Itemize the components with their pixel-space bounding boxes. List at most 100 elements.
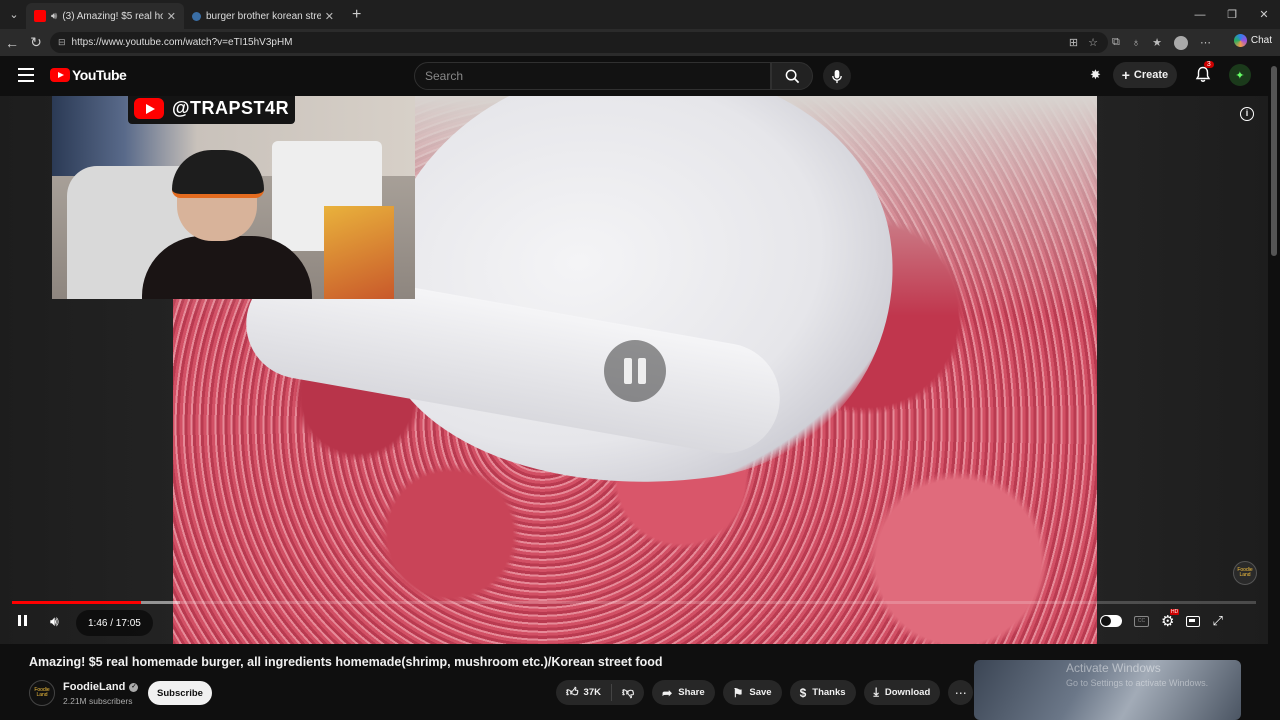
tab-search[interactable]: burger brother korean street food ✕ [184,3,342,29]
volume-icon[interactable]: 🔊︎ [50,613,59,630]
miniplayer-icon[interactable] [1186,615,1201,627]
header-right-actions: ✸ + Create 3 ✦ [1090,61,1251,88]
video-title: Amazing! $5 real homemade burger, all in… [29,655,663,669]
youtube-header: YouTube Search ✸ + Create 3 ✦ [0,56,1280,96]
bell-icon [1195,66,1211,82]
captions-icon[interactable]: CC [1134,615,1149,627]
thumbs-up-icon: 👍︎ [566,685,579,699]
search-icon [785,69,799,83]
upload-studio-icon[interactable]: ✸ [1090,67,1101,83]
minimize-icon[interactable]: — [1184,9,1216,21]
youtube-logo[interactable]: YouTube [50,67,127,83]
page-scrollbar[interactable] [1268,56,1280,720]
browser-extension-icons: ⧉ ♁ ★ ⋯ [1112,29,1211,56]
save-label: Save [749,687,772,698]
super-thanks-icon: $ [799,685,807,700]
favorite-star-icon[interactable]: ☆ [1088,36,1098,49]
like-button[interactable]: 👍︎ 37K [556,684,612,701]
subscriber-count: 2.21M subscribers [63,696,133,706]
close-tab-icon[interactable]: ✕ [167,10,176,23]
plus-icon: + [1121,67,1130,83]
like-count: 37K [583,687,601,698]
tab-title: (3) Amazing! $5 real homema [62,10,162,22]
progress-bar[interactable] [12,601,1256,604]
speaker-icon[interactable]: 🔊︎ [51,11,57,22]
address-bar[interactable]: ⊟ https://www.youtube.com/watch?v=eTI15h… [50,32,1108,53]
verified-icon: ✓ [129,682,139,692]
extensions-icon[interactable]: ⧉ [1112,36,1120,49]
profile-avatar-icon[interactable] [1173,35,1188,50]
create-label: Create [1133,69,1169,81]
notifications-button[interactable]: 3 [1195,61,1214,84]
microphone-icon [832,69,842,83]
youtube-wordmark: YouTube [72,67,127,83]
tab-actions-menu[interactable]: ⌄ [2,4,26,26]
menu-icon[interactable] [18,68,34,86]
url-text: https://www.youtube.com/watch?v=eTI15hV3… [71,37,293,48]
create-button[interactable]: + Create [1112,62,1177,88]
dislike-button[interactable]: 👎︎ [612,685,644,700]
search-favicon-icon [192,11,201,21]
hd-badge-icon: HD [1170,609,1180,615]
settings-gear-icon[interactable]: ⚙ HD [1161,609,1180,630]
player-right-controls: CC ⚙ HD ⤢ [1100,609,1223,630]
bookmark-icon: ⚑ [732,685,744,700]
refresh-icon[interactable]: ↻ [24,34,48,51]
info-icon[interactable]: i [1240,107,1254,121]
download-label: Download [884,687,931,698]
youtube-logo-icon [134,97,164,119]
close-window-icon[interactable]: ✕ [1248,8,1280,21]
webcam-poster [324,206,394,299]
center-pause-icon[interactable] [604,340,666,402]
streamer-handle-tag: @TRAPST4R [128,96,296,124]
chat-label: Chat [1250,35,1272,46]
download-button[interactable]: ⤓ Download [863,680,941,705]
player-controls: 🔊︎ 1:46 / 17:05 CC ⚙ HD ⤢ [0,606,1268,644]
fullscreen-icon[interactable]: ⤢ [1212,613,1222,629]
notification-count-badge: 3 [1203,61,1214,68]
scrollbar-thumb[interactable] [1271,66,1277,256]
streamer-body [142,236,312,299]
favorites-icon[interactable]: ★ [1152,36,1162,49]
video-player[interactable]: @TRAPST4R i Foodie Land 🔊︎ 1:46 / 17:05 … [0,96,1268,644]
restore-icon[interactable]: ❐ [1216,8,1248,21]
time-text: 1:46 / 17:05 [88,617,141,629]
close-tab-icon[interactable]: ✕ [325,10,334,23]
search-button[interactable] [771,62,813,90]
channel-name-text: FoodieLand [63,681,126,693]
download-icon: ⤓ [873,685,879,699]
save-button[interactable]: ⚑ Save [722,680,782,705]
share-button[interactable]: ➦ Share [652,680,715,705]
site-info-icon[interactable]: ⊟ [58,37,66,48]
streamer-beanie [172,150,264,198]
voice-search-button[interactable] [823,62,851,90]
subscribe-button[interactable]: Subscribe [148,681,212,705]
copilot-logo-icon [1233,34,1247,47]
search-placeholder: Search [425,69,464,83]
account-avatar[interactable]: ✦ [1228,64,1251,86]
share-icon: ➦ [662,685,673,700]
like-dislike-group: 👍︎ 37K 👎︎ [556,680,645,705]
browser-toolbar: ← ↻ ⊟ https://www.youtube.com/watch?v=eT… [0,29,1280,56]
streamer-webcam-overlay [52,96,415,299]
video-actions: 👍︎ 37K 👎︎ ➦ Share ⚑ Save $ Thanks ⤓ Down… [556,680,974,705]
back-icon[interactable]: ← [0,35,24,51]
copilot-chat-button[interactable]: Chat [1233,34,1272,47]
windows-activation-subtitle: Go to Settings to activate Windows. [1066,678,1209,688]
new-tab-button[interactable]: + [352,6,361,24]
autoplay-toggle[interactable] [1100,615,1122,627]
time-display: 1:46 / 17:05 [76,610,153,636]
thanks-button[interactable]: $ Thanks [789,680,856,705]
search-input[interactable]: Search [414,62,771,90]
app-install-icon[interactable]: ⊞ [1069,36,1078,49]
channel-watermark[interactable]: Foodie Land [1233,561,1257,585]
pause-icon[interactable] [18,615,27,626]
windows-activation-title: Activate Windows [1066,661,1161,675]
settings-more-icon[interactable]: ⋯ [1200,36,1211,49]
tab-youtube-video[interactable]: 🔊︎ (3) Amazing! $5 real homema ✕ [26,3,184,29]
share-label: Share [678,687,705,698]
more-actions-icon[interactable]: ⋯ [948,680,974,705]
browser-essentials-icon[interactable]: ♁ [1132,37,1140,49]
channel-avatar[interactable]: Foodie Land [29,680,55,706]
channel-name[interactable]: FoodieLand ✓ [63,681,139,693]
